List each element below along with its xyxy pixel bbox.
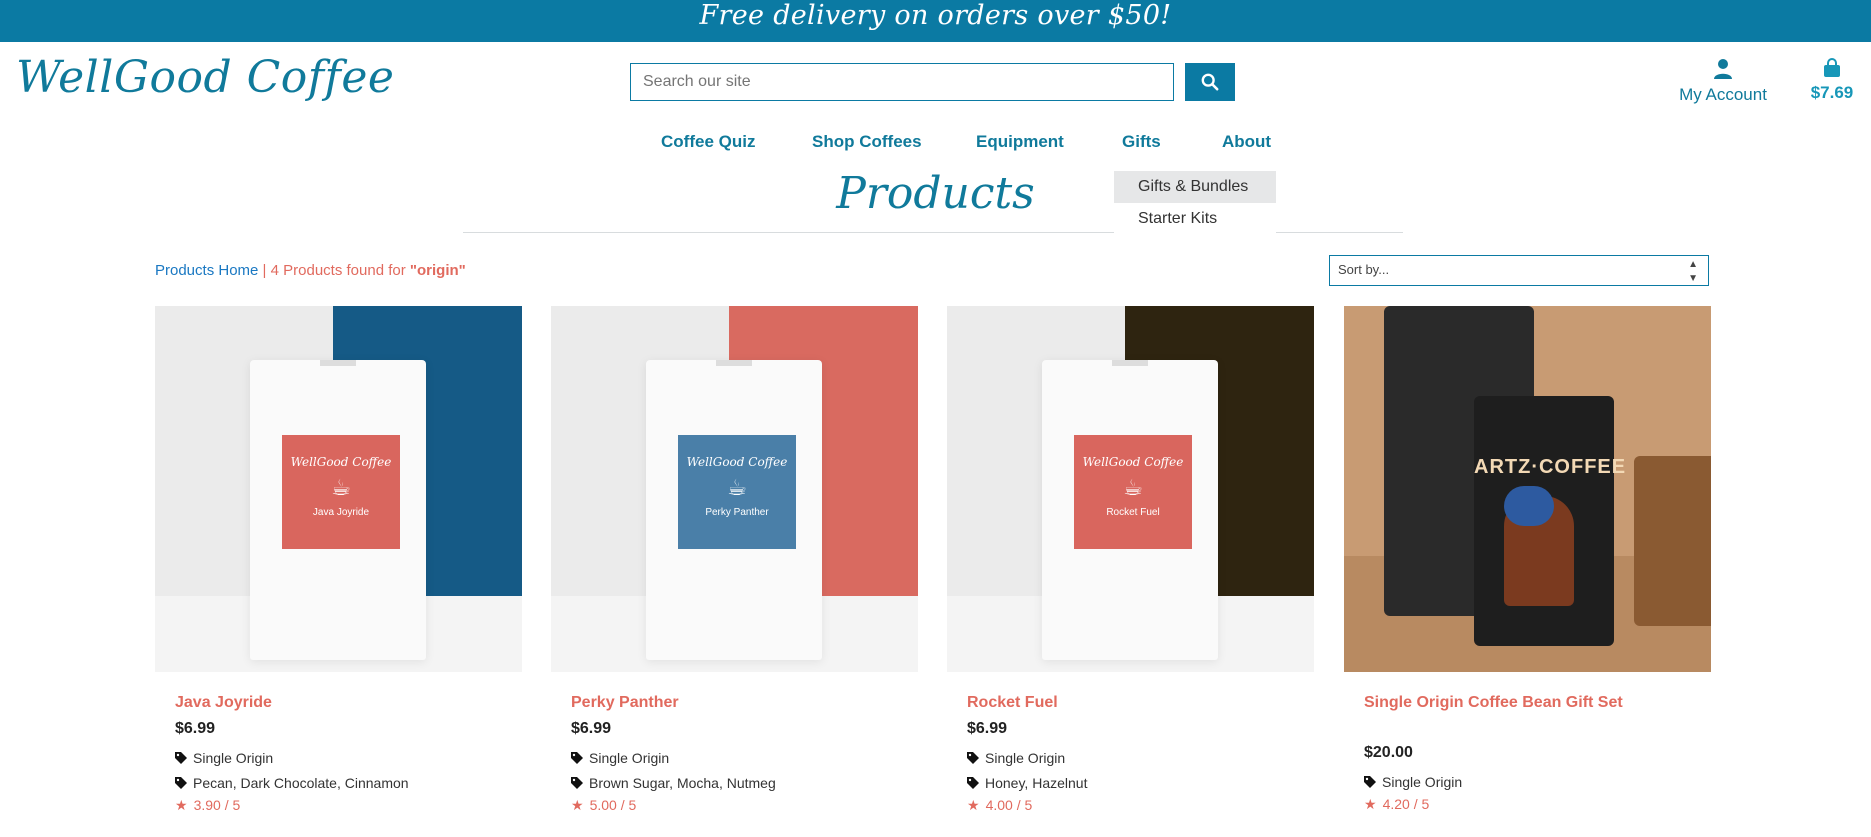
tag-flavor-notes: Brown Sugar, Mocha, Nutmeg — [589, 774, 776, 791]
tag-icon — [175, 751, 187, 764]
rating-value: 4.00 / 5 — [985, 797, 1033, 813]
search-icon — [1201, 73, 1219, 91]
product-rating: ★ 3.90 / 5 — [175, 794, 502, 816]
dropdown-item-gifts-bundles[interactable]: Gifts & Bundles — [1114, 171, 1276, 203]
tag-origin: Single Origin — [193, 749, 274, 766]
label-flavor: Rocket Fuel — [1106, 507, 1160, 518]
my-account-label: My Account — [1679, 85, 1767, 104]
tag-icon — [571, 751, 583, 764]
product-rating: ★ 4.20 / 5 — [1364, 793, 1691, 815]
shopping-bag-icon — [1824, 58, 1840, 77]
tag-origin: Single Origin — [1382, 773, 1463, 790]
star-icon: ★ — [571, 796, 584, 813]
coffee-bag: WellGood Coffee ☕ Rocket Fuel — [1042, 360, 1218, 660]
site-logo[interactable]: WellGood Coffee — [16, 52, 394, 103]
product-image[interactable]: WellGood Coffee ☕ Rocket Fuel — [947, 306, 1314, 672]
product-card: WellGood Coffee ☕ Rocket Fuel Rocket Fue… — [947, 306, 1314, 816]
bag-print: ARTZ·COFFEE — [1474, 456, 1627, 478]
result-count-text: 4 Products found for — [270, 262, 406, 279]
product-name[interactable]: Java Joyride — [175, 694, 502, 718]
product-image[interactable]: ARTZ·COFFEE — [1344, 306, 1711, 672]
coffee-bag-front: ARTZ·COFFEE — [1474, 396, 1627, 646]
label-brand: WellGood Coffee — [290, 455, 392, 469]
product-rating: ★ 5.00 / 5 — [571, 794, 898, 816]
sort-arrows-icon: ▲ ▼ — [1688, 259, 1698, 284]
gifts-dropdown-menu: Gifts & Bundles Starter Kits — [1114, 171, 1276, 235]
product-name[interactable]: Rocket Fuel — [967, 694, 1294, 718]
product-tag: Honey, Hazelnut — [967, 771, 1294, 794]
product-rating: ★ 4.00 / 5 — [967, 794, 1294, 816]
product-image[interactable]: WellGood Coffee ☕ Perky Panther — [551, 306, 918, 672]
bag-label: WellGood Coffee ☕ Java Joyride — [282, 435, 400, 549]
breadcrumb-separator: | — [262, 262, 267, 279]
cart-total: $7.69 — [1810, 83, 1854, 102]
bag-label: WellGood Coffee ☕ Perky Panther — [678, 435, 796, 549]
product-tag: Pecan, Dark Chocolate, Cinnamon — [175, 771, 502, 794]
sort-selected-value: Sort by... — [1338, 262, 1390, 277]
label-flavor: Perky Panther — [705, 507, 769, 518]
coffee-bag: WellGood Coffee ☕ Java Joyride — [250, 360, 426, 660]
star-icon: ★ — [175, 796, 188, 813]
nav-gifts[interactable]: Gifts — [1122, 132, 1161, 152]
product-price: $6.99 — [571, 720, 612, 737]
tag-icon — [1364, 775, 1376, 788]
tag-flavor-notes: Honey, Hazelnut — [985, 774, 1088, 791]
tag-origin: Single Origin — [985, 749, 1066, 766]
product-tag: Single Origin — [571, 746, 898, 769]
product-tag: Brown Sugar, Mocha, Nutmeg — [571, 771, 898, 794]
main-nav: Coffee Quiz Shop Coffees Equipment Gifts… — [0, 132, 1871, 162]
user-icon — [1714, 59, 1732, 79]
product-tag: Single Origin — [1364, 770, 1691, 793]
star-icon: ★ — [1364, 795, 1377, 812]
search-query: "origin" — [409, 262, 466, 279]
coffee-cup-icon: ☕ — [1123, 475, 1143, 500]
bag-label: WellGood Coffee ☕ Rocket Fuel — [1074, 435, 1192, 549]
product-price: $6.99 — [967, 720, 1008, 737]
product-image[interactable]: WellGood Coffee ☕ Java Joyride — [155, 306, 522, 672]
breadcrumb: Products Home | 4 Products found for "or… — [155, 262, 466, 279]
nav-coffee-quiz[interactable]: Coffee Quiz — [661, 132, 755, 152]
nav-shop-coffees[interactable]: Shop Coffees — [812, 132, 922, 152]
label-flavor: Java Joyride — [312, 507, 370, 518]
breadcrumb-products-home[interactable]: Products Home — [155, 262, 258, 279]
search-bar — [630, 63, 1235, 101]
product-name[interactable]: Single Origin Coffee Bean Gift Set — [1364, 694, 1691, 742]
tag-flavor-notes: Pecan, Dark Chocolate, Cinnamon — [193, 774, 409, 791]
label-brand: WellGood Coffee — [1082, 455, 1184, 469]
rating-value: 5.00 / 5 — [589, 797, 637, 813]
product-tag: Single Origin — [967, 746, 1294, 769]
tag-icon — [967, 751, 979, 764]
product-price: $6.99 — [175, 720, 216, 737]
product-card: WellGood Coffee ☕ Java Joyride Java Joyr… — [155, 306, 522, 816]
tag-icon — [175, 776, 187, 789]
product-tag: Single Origin — [175, 746, 502, 769]
product-name[interactable]: Perky Panther — [571, 694, 898, 718]
rating-value: 4.20 / 5 — [1382, 796, 1430, 812]
label-brand: WellGood Coffee — [686, 455, 788, 469]
coffee-cup-icon: ☕ — [331, 475, 351, 500]
product-card: ARTZ·COFFEE Single Origin Coffee Bean Gi… — [1344, 306, 1711, 815]
coffee-cup-icon: ☕ — [727, 475, 747, 500]
promo-banner: Free delivery on orders over $50! — [0, 0, 1871, 42]
star-icon: ★ — [967, 796, 980, 813]
search-button[interactable] — [1185, 63, 1235, 101]
tag-origin: Single Origin — [589, 749, 670, 766]
nav-about[interactable]: About — [1222, 132, 1271, 152]
cart-link[interactable]: $7.69 — [1800, 58, 1864, 103]
sort-select[interactable]: Sort by... ▲ ▼ — [1329, 255, 1709, 286]
page-title: Products — [836, 168, 1035, 219]
product-card: WellGood Coffee ☕ Perky Panther Perky Pa… — [551, 306, 918, 816]
rating-value: 3.90 / 5 — [193, 797, 241, 813]
tag-icon — [967, 776, 979, 789]
coffee-bag: WellGood Coffee ☕ Perky Panther — [646, 360, 822, 660]
search-input[interactable] — [630, 63, 1174, 101]
product-price: $20.00 — [1364, 744, 1413, 761]
nav-equipment[interactable]: Equipment — [976, 132, 1064, 152]
my-account-link[interactable]: My Account — [1668, 58, 1778, 105]
tag-icon — [571, 776, 583, 789]
dropdown-item-starter-kits[interactable]: Starter Kits — [1114, 203, 1276, 235]
